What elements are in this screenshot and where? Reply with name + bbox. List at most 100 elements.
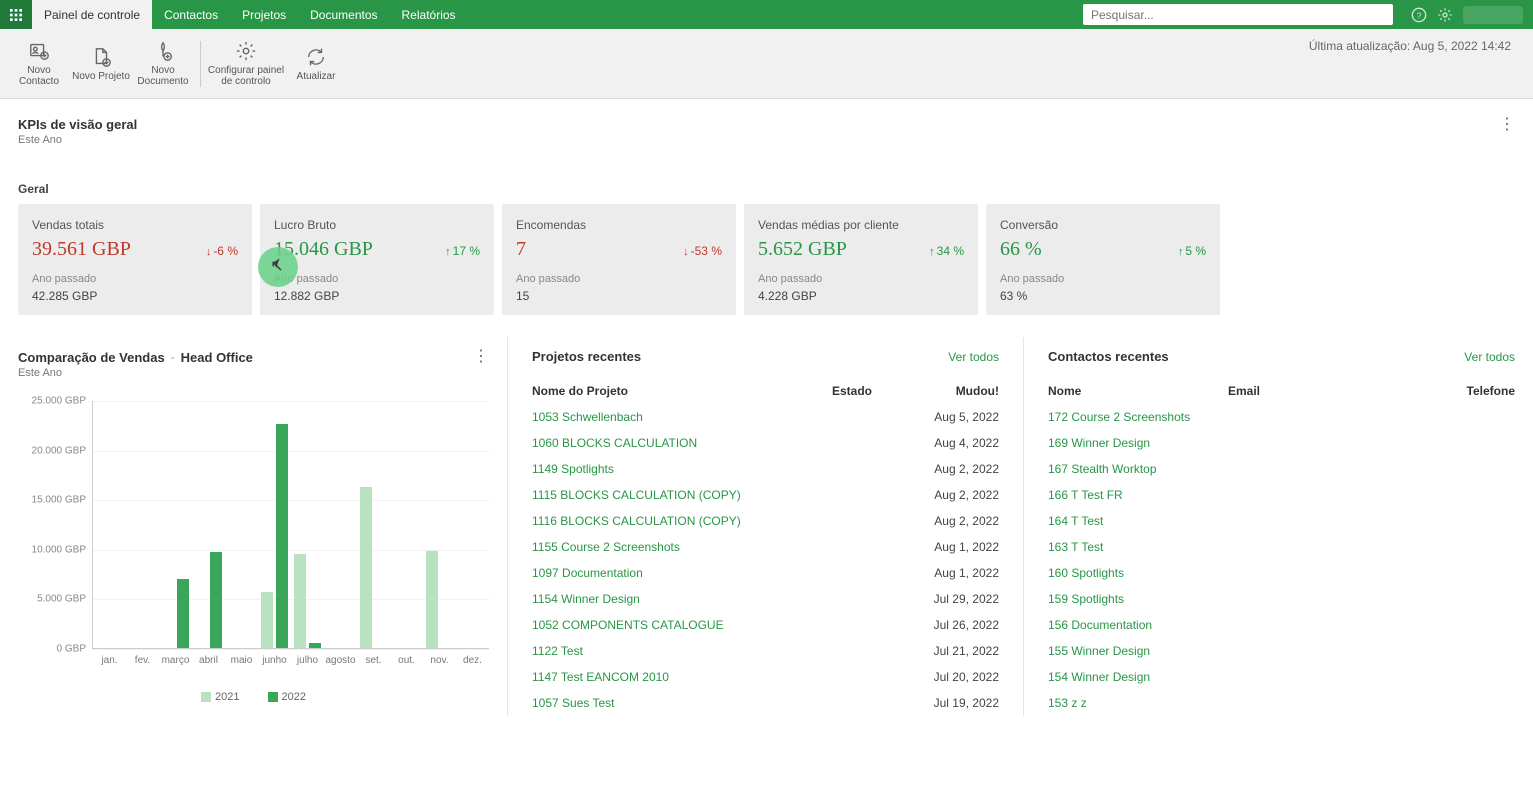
sales-more-icon[interactable]: ⋮: [473, 349, 489, 365]
contact-link[interactable]: 159 Spotlights: [1048, 592, 1228, 606]
contact-link[interactable]: 164 T Test: [1048, 514, 1228, 528]
kpi-card-delta: ↑34 %: [929, 244, 964, 258]
contact-email: [1228, 696, 1425, 710]
contacts-see-all-link[interactable]: Ver todos: [1464, 350, 1515, 364]
project-date: Jul 26, 2022: [922, 618, 999, 632]
recent-contacts-panel: Contactos recentes Ver todos Nome Email …: [1024, 337, 1515, 716]
search-input[interactable]: [1083, 4, 1393, 25]
contact-link[interactable]: 160 Spotlights: [1048, 566, 1228, 580]
kpi-card[interactable]: Vendas totais39.561 GBP↓-6 %Ano passado4…: [18, 204, 252, 315]
kpi-card-delta: ↑17 %: [445, 244, 480, 258]
chart-bar[interactable]: [261, 592, 273, 648]
table-row: 1154 Winner DesignJul 29, 2022: [532, 586, 999, 612]
contact-link[interactable]: 154 Winner Design: [1048, 670, 1228, 684]
help-icon[interactable]: ?: [1411, 7, 1427, 23]
kpi-card-value: 7: [516, 238, 526, 261]
tab-relatórios[interactable]: Relatórios: [390, 0, 468, 29]
project-link[interactable]: 1147 Test EANCOM 2010: [532, 670, 832, 684]
kpi-card-prev-value: 4.228 GBP: [758, 289, 964, 303]
recent-projects-panel: Projetos recentes Ver todos Nome do Proj…: [508, 337, 1024, 716]
svg-text:?: ?: [1417, 10, 1422, 20]
new-project-button[interactable]: Novo Projeto: [70, 34, 132, 94]
kpi-card[interactable]: Conversão66 %↑5 %Ano passado63 %: [986, 204, 1220, 315]
tab-projetos[interactable]: Projetos: [230, 0, 298, 29]
project-link[interactable]: 1060 BLOCKS CALCULATION: [532, 436, 832, 450]
legend-swatch: [268, 692, 278, 702]
legend-item[interactable]: 2022: [268, 691, 306, 703]
contact-phone: [1425, 670, 1515, 684]
project-link[interactable]: 1057 Sues Test: [532, 696, 832, 710]
project-state: [832, 462, 922, 476]
project-link[interactable]: 1115 BLOCKS CALCULATION (COPY): [532, 488, 832, 502]
chart-bar[interactable]: [276, 424, 288, 648]
project-link[interactable]: 1149 Spotlights: [532, 462, 832, 476]
project-link[interactable]: 1053 Schwellenbach: [532, 410, 832, 424]
kpi-row: Vendas totais39.561 GBP↓-6 %Ano passado4…: [18, 204, 1515, 315]
project-link[interactable]: 1097 Documentation: [532, 566, 832, 580]
chart-bar[interactable]: [177, 579, 189, 648]
y-tick-label: 0 GBP: [18, 644, 86, 655]
contact-link[interactable]: 167 Stealth Worktop: [1048, 462, 1228, 476]
arrow-down-icon: ↓: [206, 246, 212, 258]
table-row: 154 Winner Design: [1048, 664, 1515, 690]
chart-bar[interactable]: [360, 487, 372, 648]
project-link[interactable]: 1154 Winner Design: [532, 592, 832, 606]
user-chip[interactable]: [1463, 6, 1523, 24]
kpi-card[interactable]: Vendas médias por cliente5.652 GBP↑34 %A…: [744, 204, 978, 315]
chart-bar[interactable]: [210, 552, 222, 648]
tab-contactos[interactable]: Contactos: [152, 0, 230, 29]
contact-link[interactable]: 169 Winner Design: [1048, 436, 1228, 450]
chart-month: dez.: [456, 401, 489, 648]
new-document-label: Novo Documento: [132, 65, 194, 87]
contact-link[interactable]: 155 Winner Design: [1048, 644, 1228, 658]
kpi-card[interactable]: Lucro Bruto15.046 GBP↑17 %Ano passado12.…: [260, 204, 494, 315]
x-tick-label: março: [162, 655, 190, 666]
legend-item[interactable]: 2021: [201, 691, 239, 703]
table-row: 163 T Test: [1048, 534, 1515, 560]
kpi-card-value: 39.561 GBP: [32, 238, 131, 261]
contact-link[interactable]: 156 Documentation: [1048, 618, 1228, 632]
kpi-card[interactable]: Encomendas7↓-53 %Ano passado15: [502, 204, 736, 315]
tab-documentos[interactable]: Documentos: [298, 0, 389, 29]
project-date: Jul 21, 2022: [922, 644, 999, 658]
project-link[interactable]: 1052 COMPONENTS CATALOGUE: [532, 618, 832, 632]
project-date: Aug 5, 2022: [922, 410, 999, 424]
project-link[interactable]: 1155 Course 2 Screenshots: [532, 540, 832, 554]
col-project-date: Mudou!: [922, 384, 999, 398]
refresh-button[interactable]: Atualizar: [285, 34, 347, 94]
kpi-period: Este Ano: [18, 134, 137, 146]
projects-see-all-link[interactable]: Ver todos: [948, 350, 999, 364]
new-document-button[interactable]: Novo Documento: [132, 34, 194, 94]
y-tick-label: 5.000 GBP: [18, 594, 86, 605]
project-date: Aug 2, 2022: [922, 462, 999, 476]
kpi-card-prev-label: Ano passado: [1000, 273, 1206, 285]
contact-link[interactable]: 163 T Test: [1048, 540, 1228, 554]
contact-email: [1228, 540, 1425, 554]
contact-phone: [1425, 566, 1515, 580]
chart-bar[interactable]: [309, 643, 321, 648]
contact-link[interactable]: 166 T Test FR: [1048, 488, 1228, 502]
table-row: 1147 Test EANCOM 2010Jul 20, 2022: [532, 664, 999, 690]
project-state: [832, 670, 922, 684]
kpi-card-prev-value: 12.882 GBP: [274, 289, 480, 303]
app-menu-icon[interactable]: [0, 0, 32, 29]
new-contact-button[interactable]: Novo Contacto: [8, 34, 70, 94]
contact-link[interactable]: 172 Course 2 Screenshots: [1048, 410, 1228, 424]
chart-month: abril: [192, 401, 225, 648]
chart-month: jan.: [93, 401, 126, 648]
chart-bar[interactable]: [294, 554, 306, 648]
toolbar: Novo Contacto Novo Projeto Novo Document…: [0, 29, 1533, 99]
chart-bar[interactable]: [426, 551, 438, 648]
configure-dashboard-button[interactable]: Configurar painel de controlo: [207, 34, 285, 94]
project-link[interactable]: 1122 Test: [532, 644, 832, 658]
project-link[interactable]: 1116 BLOCKS CALCULATION (COPY): [532, 514, 832, 528]
project-date: Aug 1, 2022: [922, 566, 999, 580]
gear-icon[interactable]: [1437, 7, 1453, 23]
table-row: 1116 BLOCKS CALCULATION (COPY)Aug 2, 202…: [532, 508, 999, 534]
tab-painel-de-controle[interactable]: Painel de controle: [32, 0, 152, 29]
kpi-more-icon[interactable]: ⋮: [1499, 117, 1515, 133]
kpi-card-delta: ↓-6 %: [206, 244, 238, 258]
contact-link[interactable]: 153 z z: [1048, 696, 1228, 710]
table-row: 153 z z: [1048, 690, 1515, 716]
arrow-up-icon: ↑: [1178, 246, 1184, 258]
